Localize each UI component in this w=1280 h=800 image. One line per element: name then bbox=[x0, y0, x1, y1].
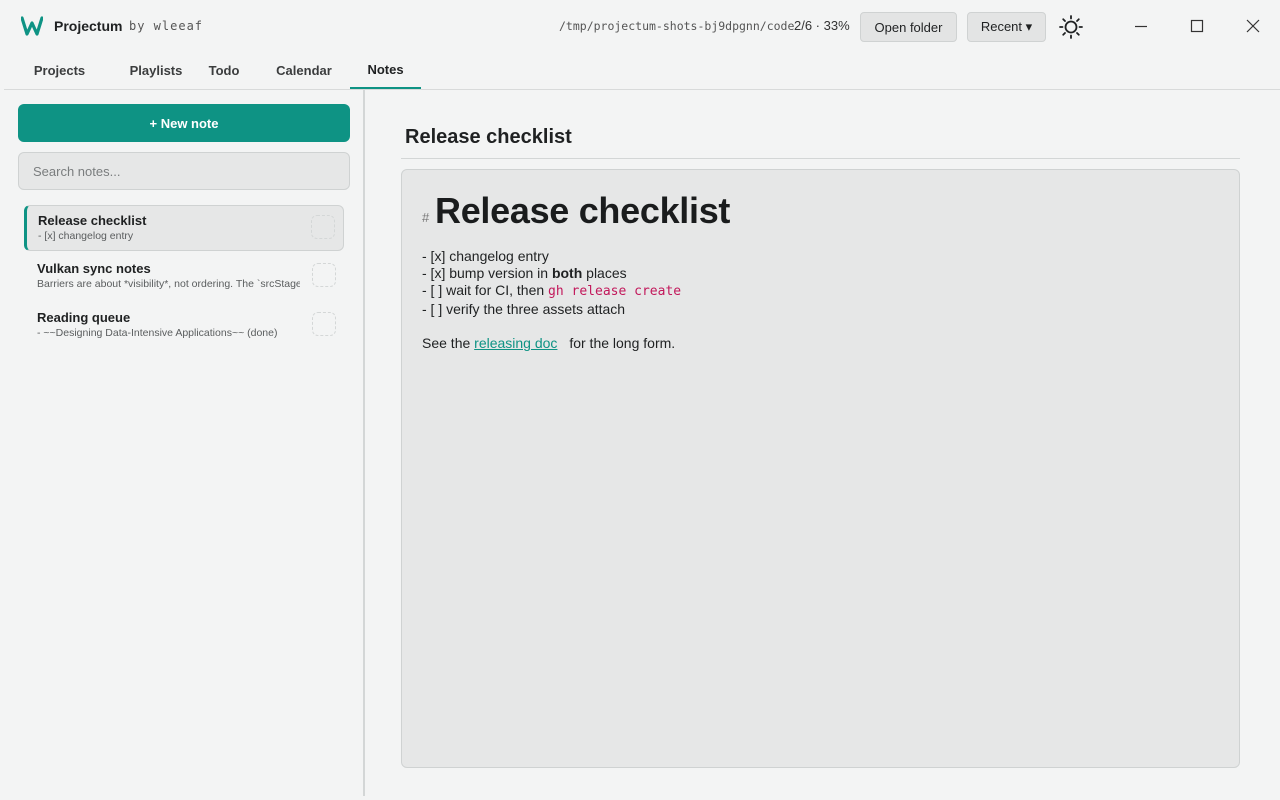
app-author: by wleeaf bbox=[129, 19, 204, 33]
search-notes-input[interactable] bbox=[18, 152, 350, 190]
open-folder-button[interactable]: Open folder bbox=[860, 12, 957, 42]
line-text: for the long form. bbox=[565, 335, 676, 351]
checklist-line-1: - [x] changelog entry bbox=[422, 248, 549, 264]
checklist-line-3: - [ ] wait for CI, then gh release creat… bbox=[422, 282, 681, 299]
note-action-icon[interactable] bbox=[312, 312, 336, 336]
checklist-line-2: - [x] bump version in both places bbox=[422, 265, 627, 281]
sidebar-divider[interactable] bbox=[363, 90, 365, 796]
note-preview: - ~~Designing Data-Intensive Application… bbox=[37, 327, 278, 339]
title-bar: Projectum by wleeaf /tmp/projectum-shots… bbox=[0, 0, 1280, 52]
see-also-line: See the releasing doc for the long form. bbox=[422, 335, 675, 351]
tab-bar: Projects Playlists Todo Calendar Notes bbox=[4, 52, 1280, 90]
checklist-line-4: - [ ] verify the three assets attach bbox=[422, 301, 626, 317]
progress-indicator: 2/6 · 33% bbox=[794, 18, 850, 33]
tab-notes[interactable]: Notes bbox=[350, 52, 421, 89]
markdown-heading: Release checklist bbox=[435, 190, 731, 231]
tab-todo[interactable]: Todo bbox=[203, 52, 245, 89]
tab-playlists[interactable]: Playlists bbox=[116, 52, 196, 89]
inline-code: gh release create bbox=[548, 284, 682, 299]
line-text: places bbox=[582, 265, 627, 281]
note-title-heading: Release checklist bbox=[405, 126, 572, 148]
notes-sidebar: + New note Release checklist - [x] chang… bbox=[4, 90, 363, 796]
note-preview: - [x] changelog entry bbox=[38, 230, 134, 242]
note-title: Reading queue bbox=[37, 310, 131, 325]
project-path: /tmp/projectum-shots-bj9dpgnn/code bbox=[559, 19, 795, 33]
minimize-icon[interactable] bbox=[1131, 16, 1151, 36]
line-text: See the bbox=[422, 335, 475, 351]
app-name: Projectum bbox=[54, 18, 123, 34]
tab-projects[interactable]: Projects bbox=[28, 52, 91, 89]
note-item-reading-queue[interactable]: Reading queue - ~~Designing Data-Intensi… bbox=[24, 302, 344, 348]
title-divider bbox=[401, 158, 1240, 159]
note-item-vulkan-sync-notes[interactable]: Vulkan sync notes Barriers are about *vi… bbox=[24, 253, 344, 299]
markdown-heading-marker: # bbox=[422, 210, 430, 225]
note-preview: Barriers are about *visibility*, not ord… bbox=[37, 278, 300, 290]
note-editor[interactable]: # Release checklist - [x] changelog entr… bbox=[401, 169, 1240, 768]
app-logo-icon bbox=[21, 16, 43, 36]
close-icon[interactable] bbox=[1243, 16, 1263, 36]
line-text: - [x] bump version in bbox=[422, 265, 552, 281]
note-action-icon[interactable] bbox=[311, 215, 335, 239]
theme-toggle-sun-icon[interactable] bbox=[1059, 15, 1083, 39]
note-title: Release checklist bbox=[38, 213, 147, 228]
new-note-button[interactable]: + New note bbox=[18, 104, 350, 142]
maximize-icon[interactable] bbox=[1187, 16, 1207, 36]
tab-calendar[interactable]: Calendar bbox=[269, 52, 339, 89]
note-action-icon[interactable] bbox=[312, 263, 336, 287]
recent-dropdown-button[interactable]: Recent ▾ bbox=[967, 12, 1046, 42]
releasing-doc-link[interactable]: releasing doc bbox=[474, 335, 557, 351]
bold-text: both bbox=[551, 265, 583, 281]
note-item-release-checklist[interactable]: Release checklist - [x] changelog entry bbox=[24, 205, 344, 251]
note-title: Vulkan sync notes bbox=[37, 261, 151, 276]
line-text: - [ ] wait for CI, then bbox=[422, 282, 549, 298]
